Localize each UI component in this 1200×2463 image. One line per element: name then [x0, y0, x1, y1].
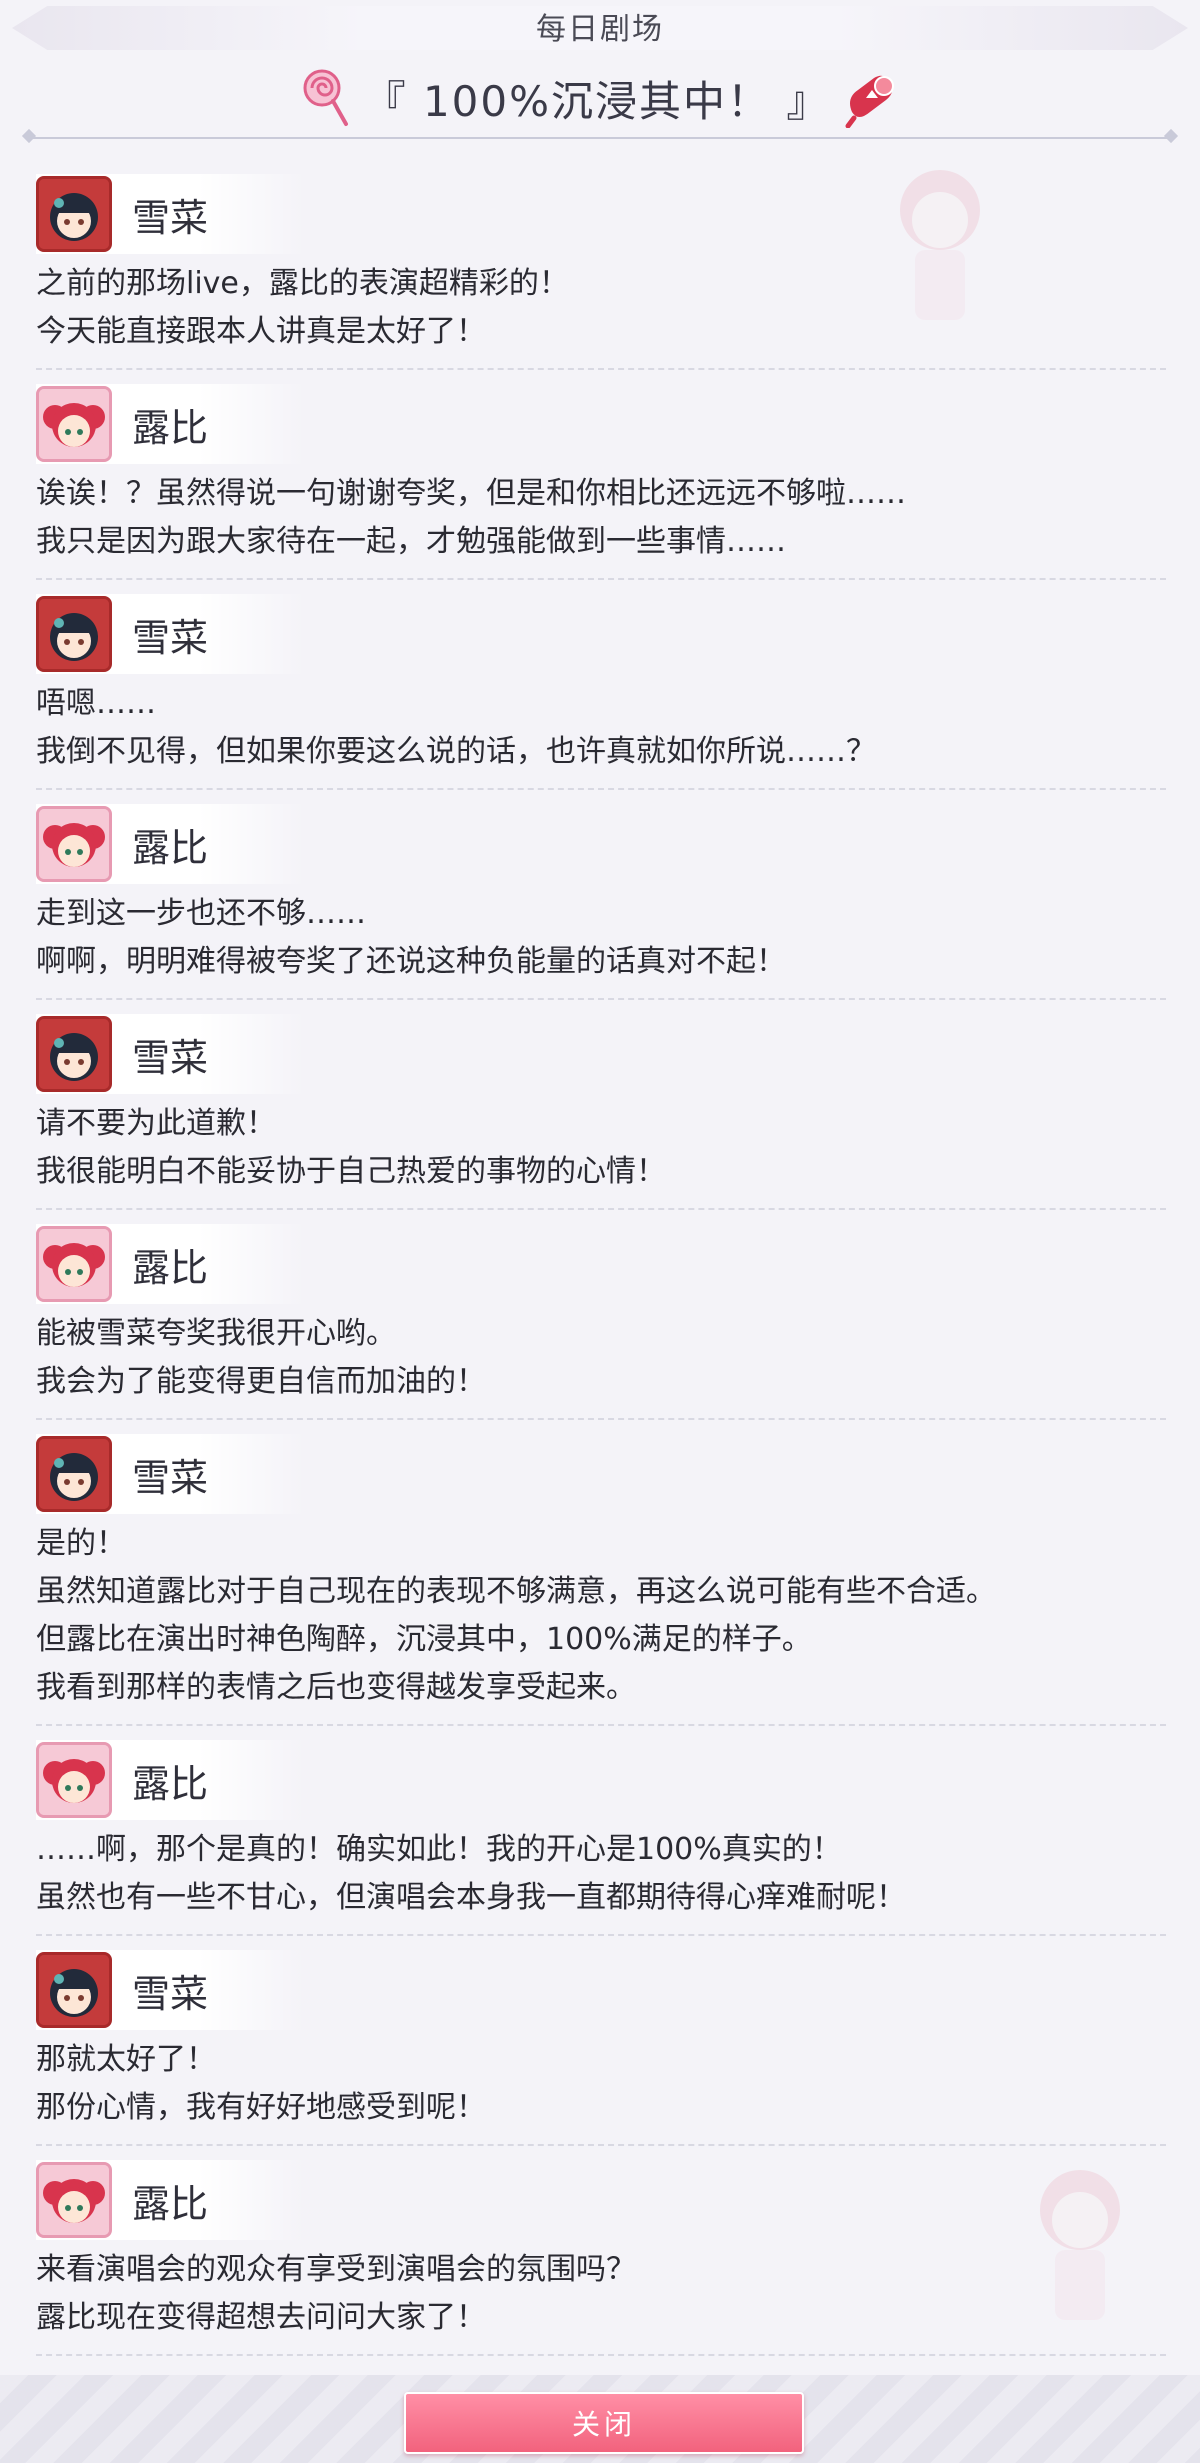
dialogue-line: 虽然知道露比对于自己现在的表现不够满意，再这么说可能有些不合适。 [36, 1574, 996, 1609]
dialogue-line: 啊啊，明明难得被夸奖了还说这种负能量的话真对不起！ [36, 944, 786, 979]
dialogue-speaker-row: 雪菜 [36, 174, 306, 254]
dialogue-text: 走到这一步也还不够…… 啊啊，明明难得被夸奖了还说这种负能量的话真对不起！ [36, 884, 1166, 986]
speaker-name: 露比 [132, 2181, 209, 2226]
dialogue-line: 我倒不见得，但如果你要这么说的话，也许真就如你所说……？ [36, 734, 876, 769]
speaker-name: 露比 [132, 405, 209, 450]
avatar [36, 596, 112, 672]
dialogue-entry: 雪菜请不要为此道歉！ 我很能明白不能妥协于自己热爱的事物的心情！ [36, 1000, 1166, 1210]
dialogue-text: 之前的那场live，露比的表演超精彩的！ 今天能直接跟本人讲真是太好了！ [36, 254, 1166, 356]
dialogue-entry: 露比能被雪菜夸奖我很开心哟。我会为了能变得更自信而加油的！ [36, 1210, 1166, 1420]
dialogue-speaker-row: 雪菜 [36, 1014, 306, 1094]
dialogue-line: 我看到那样的表情之后也变得越发享受起来。 [36, 1670, 636, 1705]
dialogue-line: 那就太好了！ [36, 2042, 216, 2077]
dialogue-line: 能被雪菜夸奖我很开心哟。 [36, 1316, 396, 1351]
avatar [36, 1226, 112, 1302]
avatar [36, 1952, 112, 2028]
dialogue-list[interactable]: 雪菜 之前的那场live，露比的表演超精彩的！ 今天能直接跟本人讲真是太好了！ 露比诶… [36, 160, 1166, 2356]
speaker-name: 露比 [132, 825, 209, 870]
dialogue-text: ……啊，那个是真的！确实如此！我的开心是100%真实的！ 虽然也有一些不甘心，但演… [36, 1820, 1166, 1922]
dialogue-line: 来看演唱会的观众有享受到演唱会的氛围吗？ [36, 2252, 636, 2287]
dialogue-line: 走到这一步也还不够…… [36, 896, 366, 931]
avatar [36, 176, 112, 252]
dialogue-entry: 露比 ……啊，那个是真的！确实如此！我的开心是100%真实的！ 虽然也有一些不甘心，… [36, 1726, 1166, 1936]
top-bar: 每日剧场 [0, 0, 1200, 52]
speaker-name: 露比 [132, 1245, 209, 1290]
dialogue-text: 是的！ 虽然知道露比对于自己现在的表现不够满意，再这么说可能有些不合适。 但露比在演… [36, 1514, 1166, 1712]
avatar [36, 1436, 112, 1512]
speaker-name: 雪菜 [132, 615, 209, 660]
dialogue-line: 之前的那场live，露比的表演超精彩的！ [36, 266, 569, 301]
speaker-name: 雪菜 [132, 1455, 209, 1500]
dialogue-line: 露比现在变得超想去问问大家了！ [36, 2300, 486, 2335]
story-title: 『 100%沉浸其中！ 』 [363, 76, 831, 126]
dialogue-line: 请不要为此道歉！ [36, 1106, 276, 1141]
dialogue-line: 我很能明白不能妥协于自己热爱的事物的心情！ [36, 1154, 666, 1189]
dialogue-line: 我会为了能变得更自信而加油的！ [36, 1364, 486, 1399]
dialogue-text: 唔嗯…… 我倒不见得，但如果你要这么说的话，也许真就如你所说……？ [36, 674, 1166, 776]
avatar [36, 386, 112, 462]
dialogue-line: 我只是因为跟大家待在一起，才勉强能做到一些事情…… [36, 524, 786, 559]
dialogue-speaker-row: 露比 [36, 2160, 306, 2240]
speaker-name: 雪菜 [132, 195, 209, 240]
dialogue-speaker-row: 露比 [36, 384, 306, 464]
dialogue-line: 那份心情，我有好好地感受到呢！ [36, 2090, 486, 2125]
section-label: 每日剧场 [536, 12, 664, 47]
speaker-name: 雪菜 [132, 1035, 209, 1080]
dialogue-speaker-row: 雪菜 [36, 1950, 306, 2030]
close-button[interactable]: 关闭 [404, 2392, 804, 2454]
dialogue-entry: 露比走到这一步也还不够…… 啊啊，明明难得被夸奖了还说这种负能量的话真对不起！ [36, 790, 1166, 1000]
dialogue-line: 是的！ [36, 1526, 126, 1561]
dialogue-speaker-row: 露比 [36, 1224, 306, 1304]
dialogue-entry: 雪菜唔嗯…… 我倒不见得，但如果你要这么说的话，也许真就如你所说……？ [36, 580, 1166, 790]
speaker-name: 露比 [132, 1761, 209, 1806]
avatar [36, 2162, 112, 2238]
close-button-label: 关闭 [571, 2408, 636, 2441]
avatar [36, 806, 112, 882]
story-heading: 『 100%沉浸其中！ 』 [0, 52, 1200, 144]
header-divider [21, 128, 1179, 144]
dialogue-entry: 露比诶诶！？虽然得说一句谢谢夸奖，但是和你相比还远远不够啦…… 我只是因为跟大家待… [36, 370, 1166, 580]
dialogue-speaker-row: 露比 [36, 1740, 306, 1820]
dialogue-entry: 露比来看演唱会的观众有享受到演唱会的氛围吗？ 露比现在变得超想去问问大家了！ [36, 2146, 1166, 2356]
dialogue-text: 来看演唱会的观众有享受到演唱会的氛围吗？ 露比现在变得超想去问问大家了！ [36, 2240, 1166, 2342]
avatar [36, 1742, 112, 1818]
dialogue-speaker-row: 露比 [36, 804, 306, 884]
dialogue-text: 能被雪菜夸奖我很开心哟。我会为了能变得更自信而加油的！ [36, 1304, 1166, 1406]
dialogue-entry: 雪菜之前的那场live，露比的表演超精彩的！ 今天能直接跟本人讲真是太好了！ [36, 160, 1166, 370]
dialogue-text: 诶诶！？虽然得说一句谢谢夸奖，但是和你相比还远远不够啦…… 我只是因为跟大家待在一… [36, 464, 1166, 566]
lollipop-icon [302, 68, 350, 128]
dialogue-text: 那就太好了！ 那份心情，我有好好地感受到呢！ [36, 2030, 1166, 2132]
dialogue-line: 唔嗯…… [36, 686, 156, 721]
dialogue-line: 虽然也有一些不甘心，但演唱会本身我一直都期待得心痒难耐呢！ [36, 1880, 906, 1915]
dialogue-speaker-row: 雪菜 [36, 1434, 306, 1514]
dialogue-speaker-row: 雪菜 [36, 594, 306, 674]
dialogue-line: 但露比在演出时神色陶醉，沉浸其中，100%满足的样子。 [36, 1622, 812, 1657]
dialogue-entry: 雪菜 是的！ 虽然知道露比对于自己现在的表现不够满意，再这么说可能有些不合适。 但露比… [36, 1420, 1166, 1726]
speaker-name: 雪菜 [132, 1971, 209, 2016]
dialogue-line: 今天能直接跟本人讲真是太好了！ [36, 314, 486, 349]
dialogue-entry: 雪菜那就太好了！ 那份心情，我有好好地感受到呢！ [36, 1936, 1166, 2146]
dialogue-text: 请不要为此道歉！ 我很能明白不能妥协于自己热爱的事物的心情！ [36, 1094, 1166, 1196]
dialogue-line: 诶诶！？虽然得说一句谢谢夸奖，但是和你相比还远远不够啦…… [36, 476, 906, 511]
avatar [36, 1016, 112, 1092]
microphone-icon [844, 68, 898, 128]
dialogue-line: ……啊，那个是真的！确实如此！我的开心是100%真实的！ [36, 1832, 842, 1867]
